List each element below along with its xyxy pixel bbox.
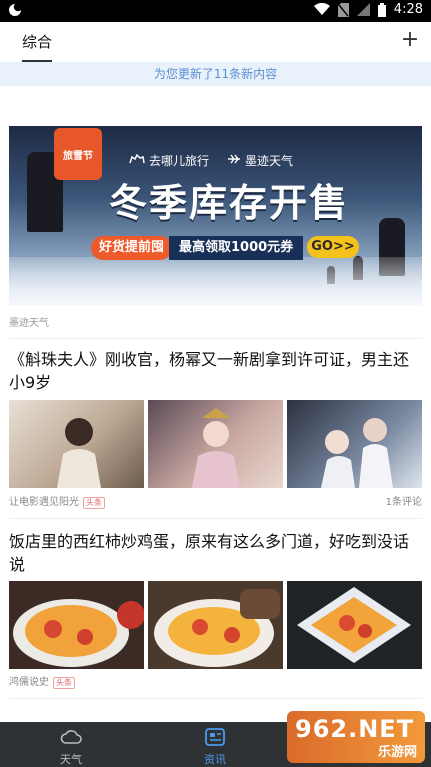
nav-weather[interactable]: 天气: [26, 722, 116, 767]
article-title[interactable]: 饭店里的西红柿炒鸡蛋，原来有这么多门道，好吃到没话说: [9, 530, 422, 576]
article-title[interactable]: 《斛珠夫人》刚收官，杨幂又一新剧拿到许可证，男主还小9岁: [9, 348, 422, 394]
article-thumbnail[interactable]: [9, 400, 144, 488]
divider: [9, 518, 422, 519]
article-tag: 头条: [83, 497, 105, 509]
article-tag: 头条: [53, 677, 75, 689]
divider: [9, 338, 422, 339]
camel-icon: [129, 153, 145, 168]
article-thumbnail[interactable]: [287, 400, 422, 488]
article-image-row[interactable]: [9, 400, 422, 488]
wifi-icon: [313, 3, 330, 16]
ad-headline: 冬季库存开售: [108, 181, 349, 225]
ad-promo-pill: 好货提前囤: [91, 236, 173, 260]
article-thumbnail[interactable]: [9, 581, 144, 669]
add-channel-button[interactable]: +: [399, 28, 421, 52]
article-thumbnail[interactable]: [148, 400, 283, 488]
divider: [9, 698, 422, 699]
article-comments[interactable]: 1条评论: [386, 495, 422, 511]
ad-source: 墨迹天气: [9, 318, 49, 329]
article-meta: 鸿儒说史 头条: [9, 675, 422, 691]
site-watermark: 962.NET 乐游网: [287, 711, 425, 763]
no-sim-icon: [337, 2, 349, 17]
ad-sticker: 旅雪节: [54, 128, 102, 180]
news-icon: [205, 728, 225, 749]
ad-coupon-pill: 最高领取1000元券: [169, 236, 304, 260]
nav-label: 天气: [60, 753, 82, 766]
notification-icon: [8, 3, 22, 17]
ad-brand-qunar: 去哪儿旅行: [129, 152, 209, 169]
ad-banner[interactable]: 旅雪节 去哪儿旅行 墨迹天气 冬季库存开售 好货提前囤 最高领取1000元券 G…: [9, 126, 422, 305]
ad-brand-label: 墨迹天气: [245, 154, 294, 168]
ad-brand-moji: 墨迹天气: [227, 152, 293, 169]
article-source: 鸿儒说史: [9, 677, 49, 688]
watermark-site-name: 乐游网: [377, 745, 417, 760]
ad-brand-label: 去哪儿旅行: [149, 154, 210, 168]
article-source: 让电影遇见阳光: [9, 497, 79, 508]
watermark-domain: 962.NET: [295, 715, 415, 743]
clock-time: 4:28: [393, 2, 423, 17]
ad-go-button[interactable]: GO>>: [307, 236, 359, 258]
article-thumbnail[interactable]: [287, 581, 422, 669]
article-image-row[interactable]: [9, 581, 422, 669]
battery-icon: [377, 2, 386, 17]
tab-general[interactable]: 综合: [14, 22, 60, 62]
status-bar: 4:28: [0, 0, 431, 22]
signal-icon: [356, 3, 370, 16]
nav-news[interactable]: 资讯: [170, 722, 260, 767]
nav-label: 资讯: [204, 753, 226, 766]
cloud-icon: [60, 728, 82, 747]
update-notice: 为您更新了11条新内容: [0, 62, 431, 86]
article-meta: 让电影遇见阳光 头条 1条评论: [9, 495, 422, 511]
article-thumbnail[interactable]: [148, 581, 283, 669]
channel-tab-bar: 综合 +: [0, 22, 431, 63]
snow-ground: [9, 257, 422, 305]
news-feed[interactable]: 旅雪节 去哪儿旅行 墨迹天气 冬季库存开售 好货提前囤 最高领取1000元券 G…: [0, 86, 431, 722]
moji-logo-icon: [227, 153, 241, 168]
